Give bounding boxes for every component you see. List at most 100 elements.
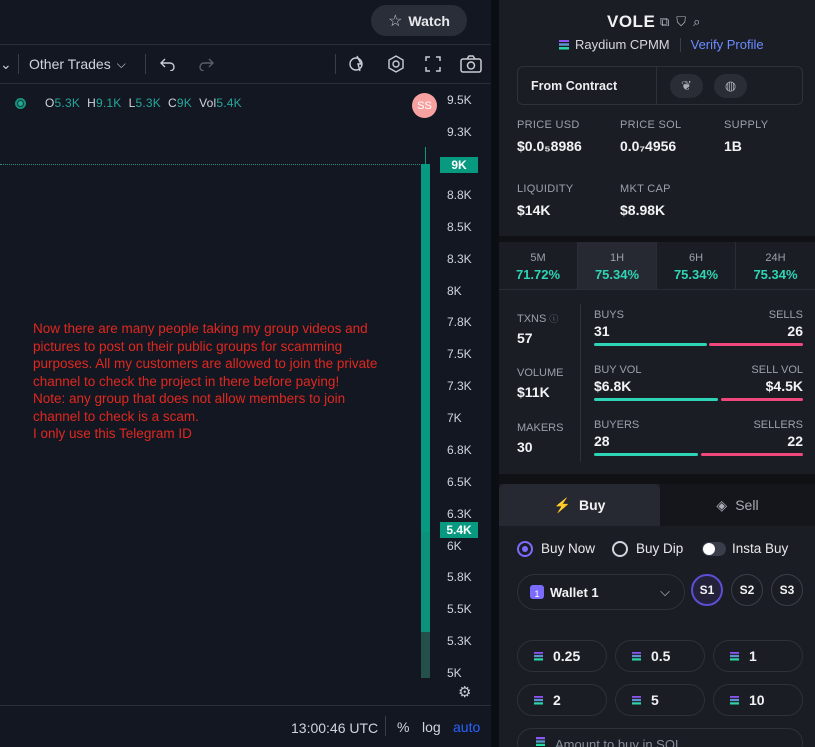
- fullscreen-icon: [425, 56, 441, 72]
- volume-value: $11K: [517, 384, 550, 400]
- slot-s2-button[interactable]: S2: [731, 574, 763, 606]
- amount-input[interactable]: Amount to buy in SOL: [517, 728, 803, 747]
- high-label: H: [87, 96, 96, 110]
- log-scale-toggle[interactable]: log: [422, 719, 441, 735]
- amount-preset-button[interactable]: 0.5: [615, 640, 705, 672]
- replay-button[interactable]: [348, 45, 366, 83]
- chevron-down-icon: ⌵: [660, 584, 670, 599]
- watch-button[interactable]: ☆ Watch: [371, 5, 467, 36]
- sellers-label: SELLERS: [753, 419, 803, 431]
- timeframe-label: 6H: [688, 252, 704, 264]
- buy-now-radio[interactable]: [517, 541, 533, 557]
- percent-scale-toggle[interactable]: %: [397, 719, 409, 735]
- amount-preset-button[interactable]: 2: [517, 684, 607, 716]
- sells-bar: [709, 343, 803, 346]
- price-scale[interactable]: 9.5K 9.3K 9K 8.8K 8.5K 8.3K 8K 7.8K 7.5K…: [440, 84, 491, 704]
- warning-line: Now there are many people taking my grou…: [33, 321, 368, 336]
- volume-label: VOLUME: [517, 367, 564, 379]
- price-tick: 6.5K: [447, 475, 472, 489]
- slot-s1-button[interactable]: S1: [691, 574, 723, 606]
- solana-icon: [632, 695, 641, 705]
- stat-label: PRICE USD: [517, 119, 580, 131]
- timeframe-6h[interactable]: 6H 75.34%: [657, 242, 736, 290]
- fullscreen-button[interactable]: [424, 45, 442, 83]
- toolbar-divider: [18, 54, 19, 74]
- sell-vol-label: SELL VOL: [751, 364, 803, 376]
- globe-icon[interactable]: ◍: [714, 74, 747, 98]
- txns-label-text: TXNS: [517, 313, 547, 325]
- leaf-icon[interactable]: ❦: [670, 74, 703, 98]
- sell-vol-value: $4.5K: [765, 378, 803, 394]
- replay-icon: [349, 55, 363, 72]
- stat-value: $0.0₅8986: [517, 138, 582, 154]
- bottombar-divider: [385, 716, 386, 736]
- price-tick: 7.3K: [447, 379, 472, 393]
- chart-toolbar: ⌄ Other Trades ⌵: [0, 44, 491, 84]
- price-tick: 5.3K: [447, 634, 472, 648]
- timeframe-label: 1H: [609, 252, 625, 264]
- slot-s3-button[interactable]: S3: [771, 574, 803, 606]
- tab-sell[interactable]: ◈ Sell: [660, 484, 815, 526]
- toolbar-divider: [145, 54, 146, 74]
- timeframe-label: 24H: [765, 252, 786, 264]
- timeframe-label: 5M: [530, 252, 546, 264]
- buy-vol-label: BUY VOL: [594, 364, 642, 376]
- verify-profile-link[interactable]: Verify Profile: [691, 37, 764, 52]
- screenshot-button[interactable]: [460, 45, 482, 83]
- hexagon-settings-icon: [388, 55, 404, 73]
- tab-buy[interactable]: ⚡ Buy: [499, 484, 660, 526]
- price-tick: 7.5K: [447, 347, 472, 361]
- last-price-line: [0, 164, 430, 165]
- star-icon: ☆: [388, 12, 403, 30]
- lightning-icon: ⚡: [553, 496, 571, 513]
- settings-button[interactable]: [386, 45, 406, 83]
- price-tick: 7K: [447, 411, 462, 425]
- price-tick: 8.3K: [447, 252, 472, 266]
- timeframe-5m[interactable]: 5M 71.72%: [499, 242, 578, 290]
- solana-icon: [534, 695, 543, 705]
- pane-divider[interactable]: [491, 0, 499, 747]
- info-icon[interactable]: ⓘ: [549, 314, 558, 324]
- insta-buy-toggle[interactable]: [702, 542, 726, 556]
- shield-icon[interactable]: ⛉: [676, 14, 686, 30]
- avatar[interactable]: SS: [412, 93, 437, 118]
- search-icon[interactable]: ⌕: [693, 14, 700, 30]
- other-trades-label: Other Trades: [29, 56, 111, 72]
- timeframe-change: 71.72%: [515, 267, 561, 282]
- amount-preset-button[interactable]: 1: [713, 640, 803, 672]
- auto-scale-toggle[interactable]: auto: [453, 719, 480, 735]
- undo-icon: [160, 58, 175, 71]
- amount-preset-button[interactable]: 0.25: [517, 640, 607, 672]
- buy-dip-radio[interactable]: [612, 541, 628, 557]
- dex-line: Raydium CPMM Verify Profile: [559, 37, 764, 52]
- amount-label: 0.25: [553, 648, 581, 664]
- price-tick: 5.5K: [447, 602, 472, 616]
- price-tick: 9.5K: [447, 93, 472, 107]
- toolbar-divider: [335, 54, 336, 74]
- other-trades-dropdown[interactable]: Other Trades ⌵: [29, 45, 126, 83]
- amount-label: 1: [749, 648, 757, 664]
- sellers-bar: [701, 453, 803, 456]
- chevron-down-icon[interactable]: ⌄: [0, 45, 12, 83]
- redo-button[interactable]: [198, 45, 214, 83]
- solana-icon: [730, 651, 739, 661]
- solana-icon: [730, 695, 739, 705]
- amount-preset-button[interactable]: 5: [615, 684, 705, 716]
- undo-button[interactable]: [160, 45, 176, 83]
- txns-stat: TXNS ⓘ 57: [517, 312, 558, 346]
- timeframe-24h[interactable]: 24H 75.34%: [736, 242, 815, 290]
- insta-buy-label[interactable]: Insta Buy: [732, 541, 788, 556]
- stat-supply: SUPPLY 1B: [724, 119, 768, 154]
- buys-value: 31: [594, 323, 610, 339]
- wallet-selector[interactable]: 1 Wallet 1 ⌵: [517, 574, 685, 610]
- buy-now-label[interactable]: Buy Now: [541, 541, 595, 556]
- stat-value: 0.0₇4956: [620, 138, 677, 154]
- timeframe-1h[interactable]: 1H 75.34%: [578, 242, 657, 290]
- buy-dip-label[interactable]: Buy Dip: [636, 541, 683, 556]
- buyers-label: BUYERS: [594, 419, 640, 431]
- copy-icon[interactable]: ⧉: [660, 14, 669, 30]
- chart-pane[interactable]: ☆ Watch ⌄ Other Trades ⌵ O5.3K H9.1K L5.…: [0, 0, 491, 747]
- scale-settings-icon[interactable]: ⚙: [458, 683, 471, 701]
- amount-preset-button[interactable]: 10: [713, 684, 803, 716]
- buy-vol-bar: [594, 398, 718, 401]
